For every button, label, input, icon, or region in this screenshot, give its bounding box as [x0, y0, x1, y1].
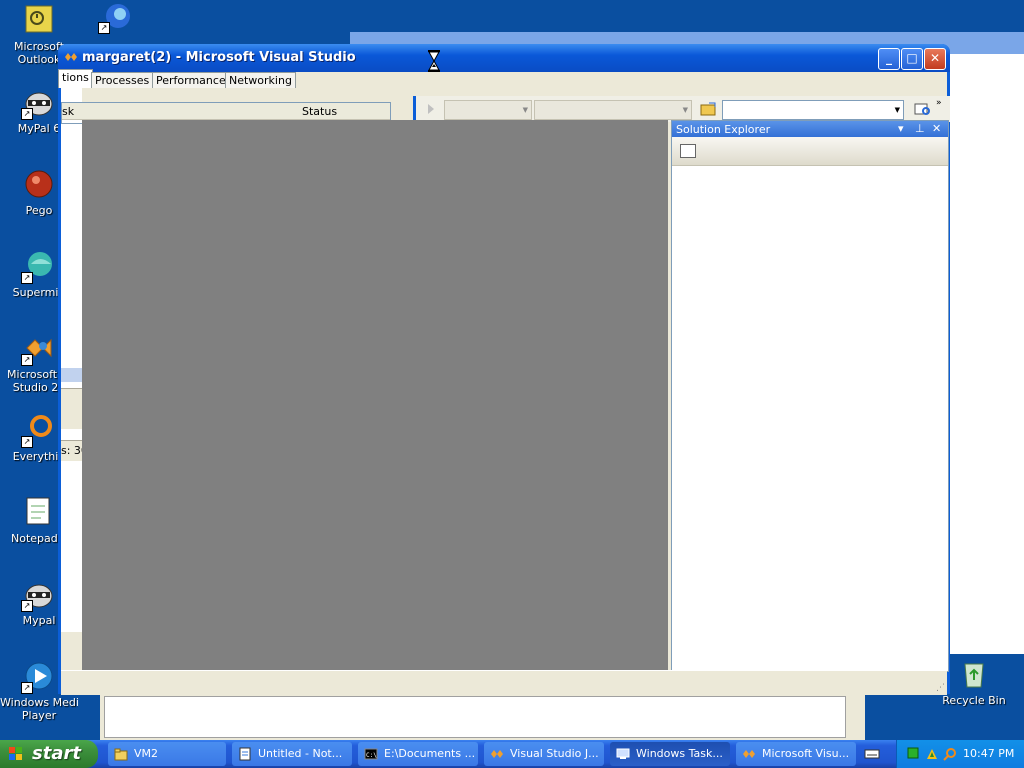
tab-processes[interactable]: Processes — [91, 72, 154, 88]
button-area — [61, 388, 82, 429]
shortcut-arrow-icon: ↗ — [21, 272, 33, 284]
network-icon[interactable] — [907, 747, 921, 761]
pin-icon[interactable]: ⊥ — [915, 122, 925, 135]
minimize-button[interactable]: _ — [878, 48, 900, 70]
background-window-content — [104, 696, 846, 738]
taskbar-button-label: Untitled - Not... — [258, 747, 343, 760]
toolbar: ▼ ▼ ▼ » — [413, 96, 950, 122]
column-status[interactable]: Status — [302, 105, 337, 118]
taskbar-button-notepad[interactable]: Untitled - Not... — [232, 742, 352, 766]
raccoon-icon: ↗ — [21, 86, 55, 120]
shortcut-arrow-icon: ↗ — [21, 108, 33, 120]
keyboard-icon[interactable] — [864, 748, 880, 760]
search-icon[interactable] — [943, 747, 957, 761]
hourglass-cursor-icon — [428, 50, 440, 72]
find-in-files-icon[interactable] — [914, 101, 932, 117]
windows-logo-icon — [9, 747, 22, 760]
cmd-icon: C:\ — [364, 748, 378, 760]
visual-studio-icon — [743, 750, 755, 758]
taskbar-button-microsoft-visual[interactable]: Microsoft Visu... — [736, 742, 856, 766]
taskbar-button-label: Microsoft Visu... — [762, 747, 850, 760]
overflow-chevron-icon[interactable]: » — [936, 98, 942, 108]
solution-explorer-header: Solution Explorer ▾ ⊥ ✕ — [672, 121, 948, 137]
taskbar-button-cmd[interactable]: C:\ E:\Documents ... — [358, 742, 478, 766]
taskbar: start VM2 Untitled - Not... C:\ E:\Docum… — [0, 740, 1024, 768]
tab-performance[interactable]: Performance — [152, 72, 230, 88]
security-icon[interactable] — [925, 747, 939, 761]
taskbar-button-label: Visual Studio J... — [510, 747, 599, 760]
shortcut-arrow-icon: ↗ — [21, 354, 33, 366]
task-list-header: sk Status — [62, 103, 390, 120]
shortcut-arrow-icon: ↗ — [21, 436, 33, 448]
properties-icon[interactable] — [680, 144, 696, 158]
folder-icon — [114, 748, 128, 761]
system-tray: 10:47 PM — [896, 740, 1024, 768]
task-manager-tabs: tions Processes Performance Networking — [58, 69, 413, 88]
chevron-down-icon: ▼ — [894, 106, 900, 114]
status-bar: ⋰ — [61, 670, 947, 695]
taskbar-button-label: VM2 — [134, 747, 159, 760]
dropdown-icon[interactable]: ▾ — [898, 122, 904, 135]
start-label: start — [32, 743, 81, 764]
taskbar-button-task-manager[interactable]: Windows Task... — [610, 742, 730, 766]
taskbar-button-label: E:\Documents ... — [384, 747, 474, 760]
open-folder-icon[interactable] — [700, 101, 718, 117]
supermium-icon: ↗ — [21, 250, 55, 284]
chevron-down-icon: ▼ — [682, 106, 688, 114]
column-task[interactable]: sk — [62, 105, 74, 118]
window-client-area: s: 30 tions Processes Performance Networ… — [58, 69, 950, 695]
solution-explorer-title: Solution Explorer — [676, 123, 771, 136]
background-window-bottom — [100, 692, 865, 740]
taskbar-button-visual-studio-j[interactable]: Visual Studio J... — [484, 742, 604, 766]
status-text: s: 30 — [61, 440, 82, 461]
clock[interactable]: 10:47 PM — [963, 747, 1014, 760]
configuration-combo[interactable]: ▼ — [444, 100, 532, 120]
media-player-icon: ↗ — [21, 660, 55, 694]
window-title: margaret(2) - Microsoft Visual Studio — [82, 50, 356, 65]
visual-studio-icon — [491, 750, 503, 758]
svg-text:C:\: C:\ — [366, 752, 377, 759]
tab-networking[interactable]: Networking — [225, 72, 296, 88]
maximize-button[interactable]: □ — [901, 48, 923, 70]
close-icon[interactable]: ✕ — [932, 122, 941, 135]
desktop-icon-edge[interactable]: ↗ — [76, 0, 156, 36]
solution-explorer: Solution Explorer ▾ ⊥ ✕ — [671, 120, 949, 672]
desktop-icon-label: Recycle Bin — [942, 694, 1006, 707]
task-manager-fragment: s: 30 — [61, 72, 82, 632]
visual-studio-icon: ↗ — [21, 332, 55, 366]
title-bar[interactable]: margaret(2) - Microsoft Visual Studio _ … — [58, 44, 950, 72]
visual-studio-window[interactable]: margaret(2) - Microsoft Visual Studio _ … — [58, 44, 950, 695]
shortcut-arrow-icon: ↗ — [98, 22, 110, 34]
visual-studio-icon — [65, 53, 77, 61]
notepad-icon — [239, 747, 251, 761]
recycle-bin-icon — [958, 658, 990, 690]
browser-icon: ↗ — [98, 0, 132, 34]
taskbar-button-vm2[interactable]: VM2 — [108, 742, 226, 766]
shortcut-arrow-icon: ↗ — [21, 600, 33, 612]
play-icon[interactable] — [426, 102, 436, 116]
selected-row[interactable] — [61, 368, 82, 382]
editor-area — [82, 120, 668, 670]
tab-applications[interactable]: tions — [58, 69, 93, 88]
resize-grip-icon[interactable]: ⋰ — [936, 683, 945, 693]
outlook-icon — [23, 4, 55, 36]
desktop-icon-label: Windows Media Player — [0, 696, 78, 722]
everything-icon: ↗ — [21, 414, 55, 448]
raccoon-icon: ↗ — [21, 578, 55, 612]
solution-explorer-toolbar — [672, 137, 948, 166]
chevron-down-icon: ▼ — [522, 106, 528, 114]
close-button[interactable]: ✕ — [924, 48, 946, 70]
find-combo[interactable]: ▼ — [722, 100, 904, 120]
platform-combo[interactable]: ▼ — [534, 100, 692, 120]
task-manager-icon — [616, 748, 630, 759]
pego-icon — [23, 168, 55, 200]
taskbar-button-label: Windows Task... — [636, 747, 723, 760]
shortcut-arrow-icon: ↗ — [21, 682, 33, 694]
start-button[interactable]: start — [0, 740, 98, 768]
notepadpp-icon — [23, 496, 55, 528]
